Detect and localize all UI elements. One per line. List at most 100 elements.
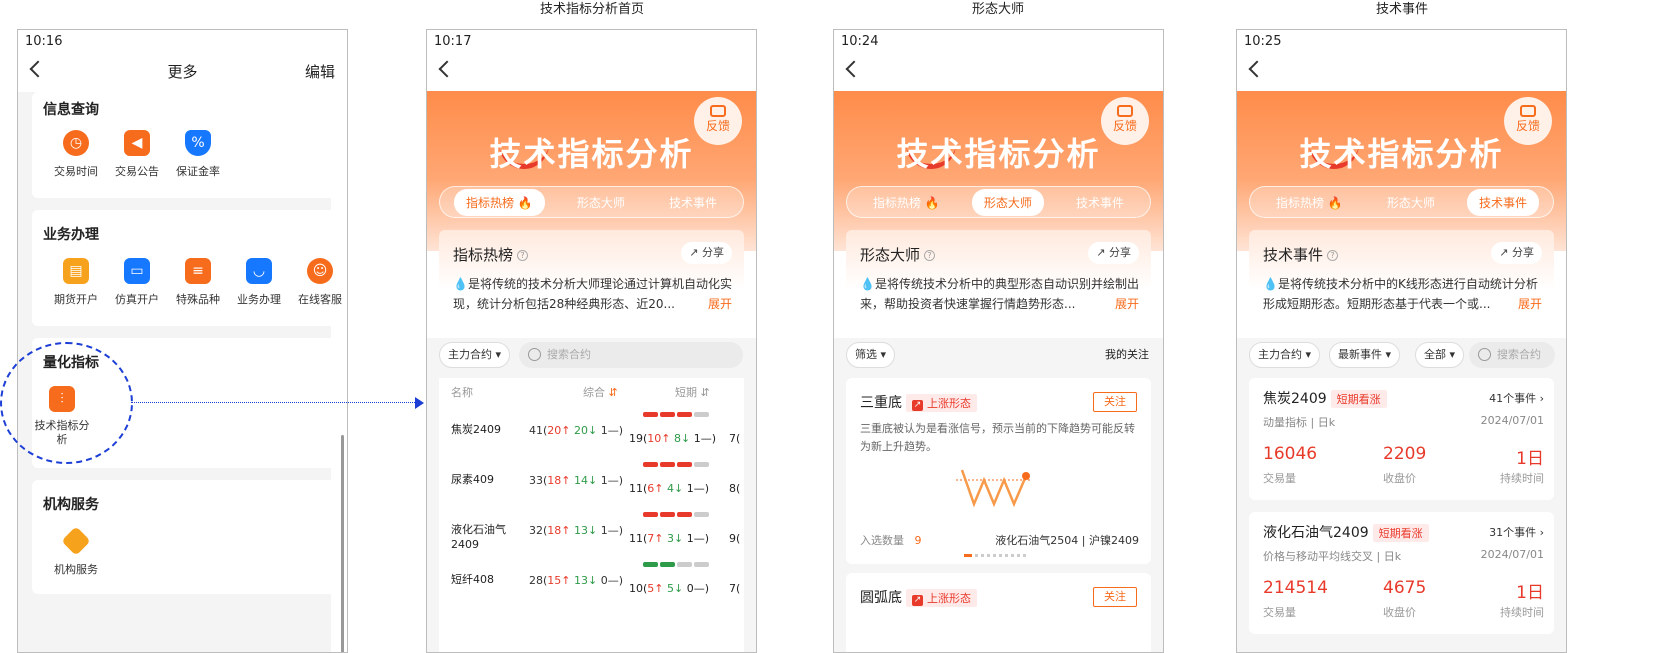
event-count[interactable]: 41个事件 › [1489,390,1544,406]
tab-hot[interactable]: 指标热榜 🔥 [1264,189,1355,216]
grid-item-institution[interactable]: 机构服务 [46,526,106,577]
tab-events[interactable]: 技术事件 [657,189,729,216]
diamond-icon [61,526,91,556]
hot-table: 名称 综合 ⇵ 短期 ⇵ 焦炭2409 41(20↑ 20↓ 1—) 19(10↑ … [439,378,744,652]
table-row[interactable]: 短纤408 28(15↑ 13↓ 0—) 10(5↑ 5↓ 0—) 7( [439,558,744,608]
grid-item-margin-rate[interactable]: % 保证金率 [168,130,228,179]
event-contract: 液化石油气2409 短期看涨 [1263,522,1429,542]
pattern-name: 三重底 ↗ 上涨形态 [860,392,977,412]
share-button[interactable]: ↗ 分享 [1491,242,1542,264]
megaphone-icon: ◀ [124,130,150,156]
filter-bar: 筛选 ▾ 我的关注 [834,338,1163,372]
grid-item-open-account[interactable]: ▤ 期货开户 [46,258,106,307]
grid-item-customer-service[interactable]: ☺ 在线客服 [290,258,347,307]
intro-title: 形态大师? [860,244,936,265]
table-row[interactable]: 液化石油气2409 32(18↑ 13↓ 1—) 11(7↑ 3↓ 1—) 9( [439,508,744,558]
tab-events[interactable]: 技术事件 [1064,189,1136,216]
table-row[interactable]: 焦炭2409 41(20↑ 20↓ 1—) 19(10↑ 8↓ 1—) 7( [439,408,744,458]
event-value-label: 持续时间 [1500,472,1544,485]
contract-filter[interactable]: 主力合约 ▾ [1249,342,1321,368]
status-time: 10:25 [1244,34,1282,49]
col-short[interactable]: 短期 ⇵ [675,384,710,400]
tab-bar: 指标热榜 🔥 形态大师 技术事件 [846,186,1151,218]
tab-hot[interactable]: 指标热榜 🔥 [454,188,545,216]
expand-link[interactable]: 展开 [1518,294,1542,314]
follow-button[interactable]: 关注 [1093,392,1137,412]
page-title: 更多 [167,63,198,81]
intro-desc: 💧是将传统技术分析中的K线形态进行自动统计分析形成短期形态。短期形态基于代表一个… [1263,274,1542,314]
short-stats: 10(5↑ 5↓ 0—) [629,582,710,595]
feedback-label: 反馈 [705,119,730,133]
caption-home: 技术指标分析首页 [539,2,644,17]
grid-item-trade-time[interactable]: ◷ 交易时间 [46,130,106,179]
scrollbar[interactable] [341,435,344,652]
tab-events[interactable]: 技术事件 [1466,188,1539,216]
caption-events: 技术事件 [1375,2,1428,17]
contract-name: 尿素409 [451,473,494,486]
event-value: 1日 [1516,449,1544,469]
grid-item-trade-notice[interactable]: ◀ 交易公告 [107,130,167,179]
total-stats: 41(20↑ 20↓ 1—) [529,424,624,437]
expand-link[interactable]: 展开 [1115,294,1139,314]
expand-link[interactable]: 展开 [708,294,732,314]
share-button[interactable]: ↗ 分享 [681,242,732,264]
phone-indicator-home: 10:17 技术指标分析 反馈 指标热榜 🔥 形态大师 技术事件 指标热榜? ↗… [426,29,757,653]
event-indicator: 动量指标 | 日k [1263,416,1336,429]
highlight-circle [0,342,133,464]
trend-up-icon: ↗ [912,595,923,606]
headset-icon: ☺ [307,258,333,284]
event-card[interactable]: 焦炭2409 短期看涨 41个事件 › 动量指标 | 日k 2024/07/01 1604… [1249,378,1554,500]
contract-list[interactable]: 液化石油气2504 | 沪镍2409 [995,532,1139,548]
event-count[interactable]: 31个事件 › [1489,524,1544,540]
filter-bar: 主力合约 ▾ 最新事件 ▾ 全部 ▾ 搜索合约 [1237,338,1566,372]
event-date: 2024/07/01 [1480,548,1544,561]
grid-item-special[interactable]: ≡ 特殊品种 [168,258,228,307]
next-stats: 9( [729,532,741,545]
col-total[interactable]: 综合 ⇵ [583,384,618,400]
feedback-button[interactable]: 反馈 [694,97,742,145]
pattern-card[interactable]: 圆弧底 ↗ 上涨形态 关注 [846,573,1151,652]
event-filter[interactable]: 最新事件 ▾ [1329,342,1401,368]
help-icon[interactable]: ? [517,250,529,261]
feedback-button[interactable]: 反馈 [1101,97,1149,145]
search-icon [528,348,541,361]
event-value: 4675 [1383,578,1427,598]
event-indicator: 价格与移动平均线交叉 | 日k [1263,550,1402,563]
carousel-dots [964,554,1026,557]
help-icon[interactable]: ? [1327,250,1339,261]
chat-icon [1117,105,1133,117]
edit-button[interactable]: 编辑 [305,61,335,82]
banner: 技术指标分析 反馈 [427,91,756,251]
status-time: 10:17 [434,34,472,49]
help-icon[interactable]: ? [924,250,936,261]
tab-pattern[interactable]: 形态大师 [565,189,637,216]
pattern-card[interactable]: 三重底 ↗ 上涨形态 关注 三重底被认为是看涨信号，预示当前的下降趋势可能反转为新上… [846,378,1151,564]
tab-hot[interactable]: 指标热榜 🔥 [861,189,952,216]
search-input[interactable]: 搜索合约 [519,342,743,368]
table-row[interactable]: 尿素409 33(18↑ 14↓ 1—) 11(6↑ 4↓ 1—) 8( [439,458,744,508]
next-stats: 8( [729,482,741,495]
event-value-label: 持续时间 [1500,606,1544,619]
contract-filter[interactable]: 主力合约 ▾ [439,342,511,368]
section-title: 机构服务 [43,497,99,513]
follow-button[interactable]: 关注 [1093,587,1137,607]
tab-pattern[interactable]: 形态大师 [1375,189,1447,216]
share-button[interactable]: ↗ 分享 [1088,242,1139,264]
event-card[interactable]: 液化石油气2409 短期看涨 31个事件 › 价格与移动平均线交叉 | 日k 2024/… [1249,512,1554,634]
flow-arrow-line [131,402,417,403]
caption-pattern: 形态大师 [971,2,1024,17]
all-filter[interactable]: 全部 ▾ [1415,342,1465,368]
strength-bars [643,462,709,467]
feedback-button[interactable]: 反馈 [1504,97,1552,145]
grid-item-simulation[interactable]: ▭ 仿真开户 [107,258,167,307]
screen-filter[interactable]: 筛选 ▾ [846,342,896,368]
search-icon [1478,348,1491,361]
event-value-label: 交易量 [1263,472,1296,485]
search-input[interactable]: 搜索合约 [1469,342,1555,368]
grid-item-label: 保证金率 [176,165,220,178]
my-follow-link[interactable]: 我的关注 [1105,346,1149,362]
tab-pattern[interactable]: 形态大师 [971,188,1044,216]
selected-count: 入选数量 9 [860,534,922,547]
simulation-icon: ▭ [124,258,150,284]
grid-item-business[interactable]: ◡ 业务办理 [229,258,289,307]
